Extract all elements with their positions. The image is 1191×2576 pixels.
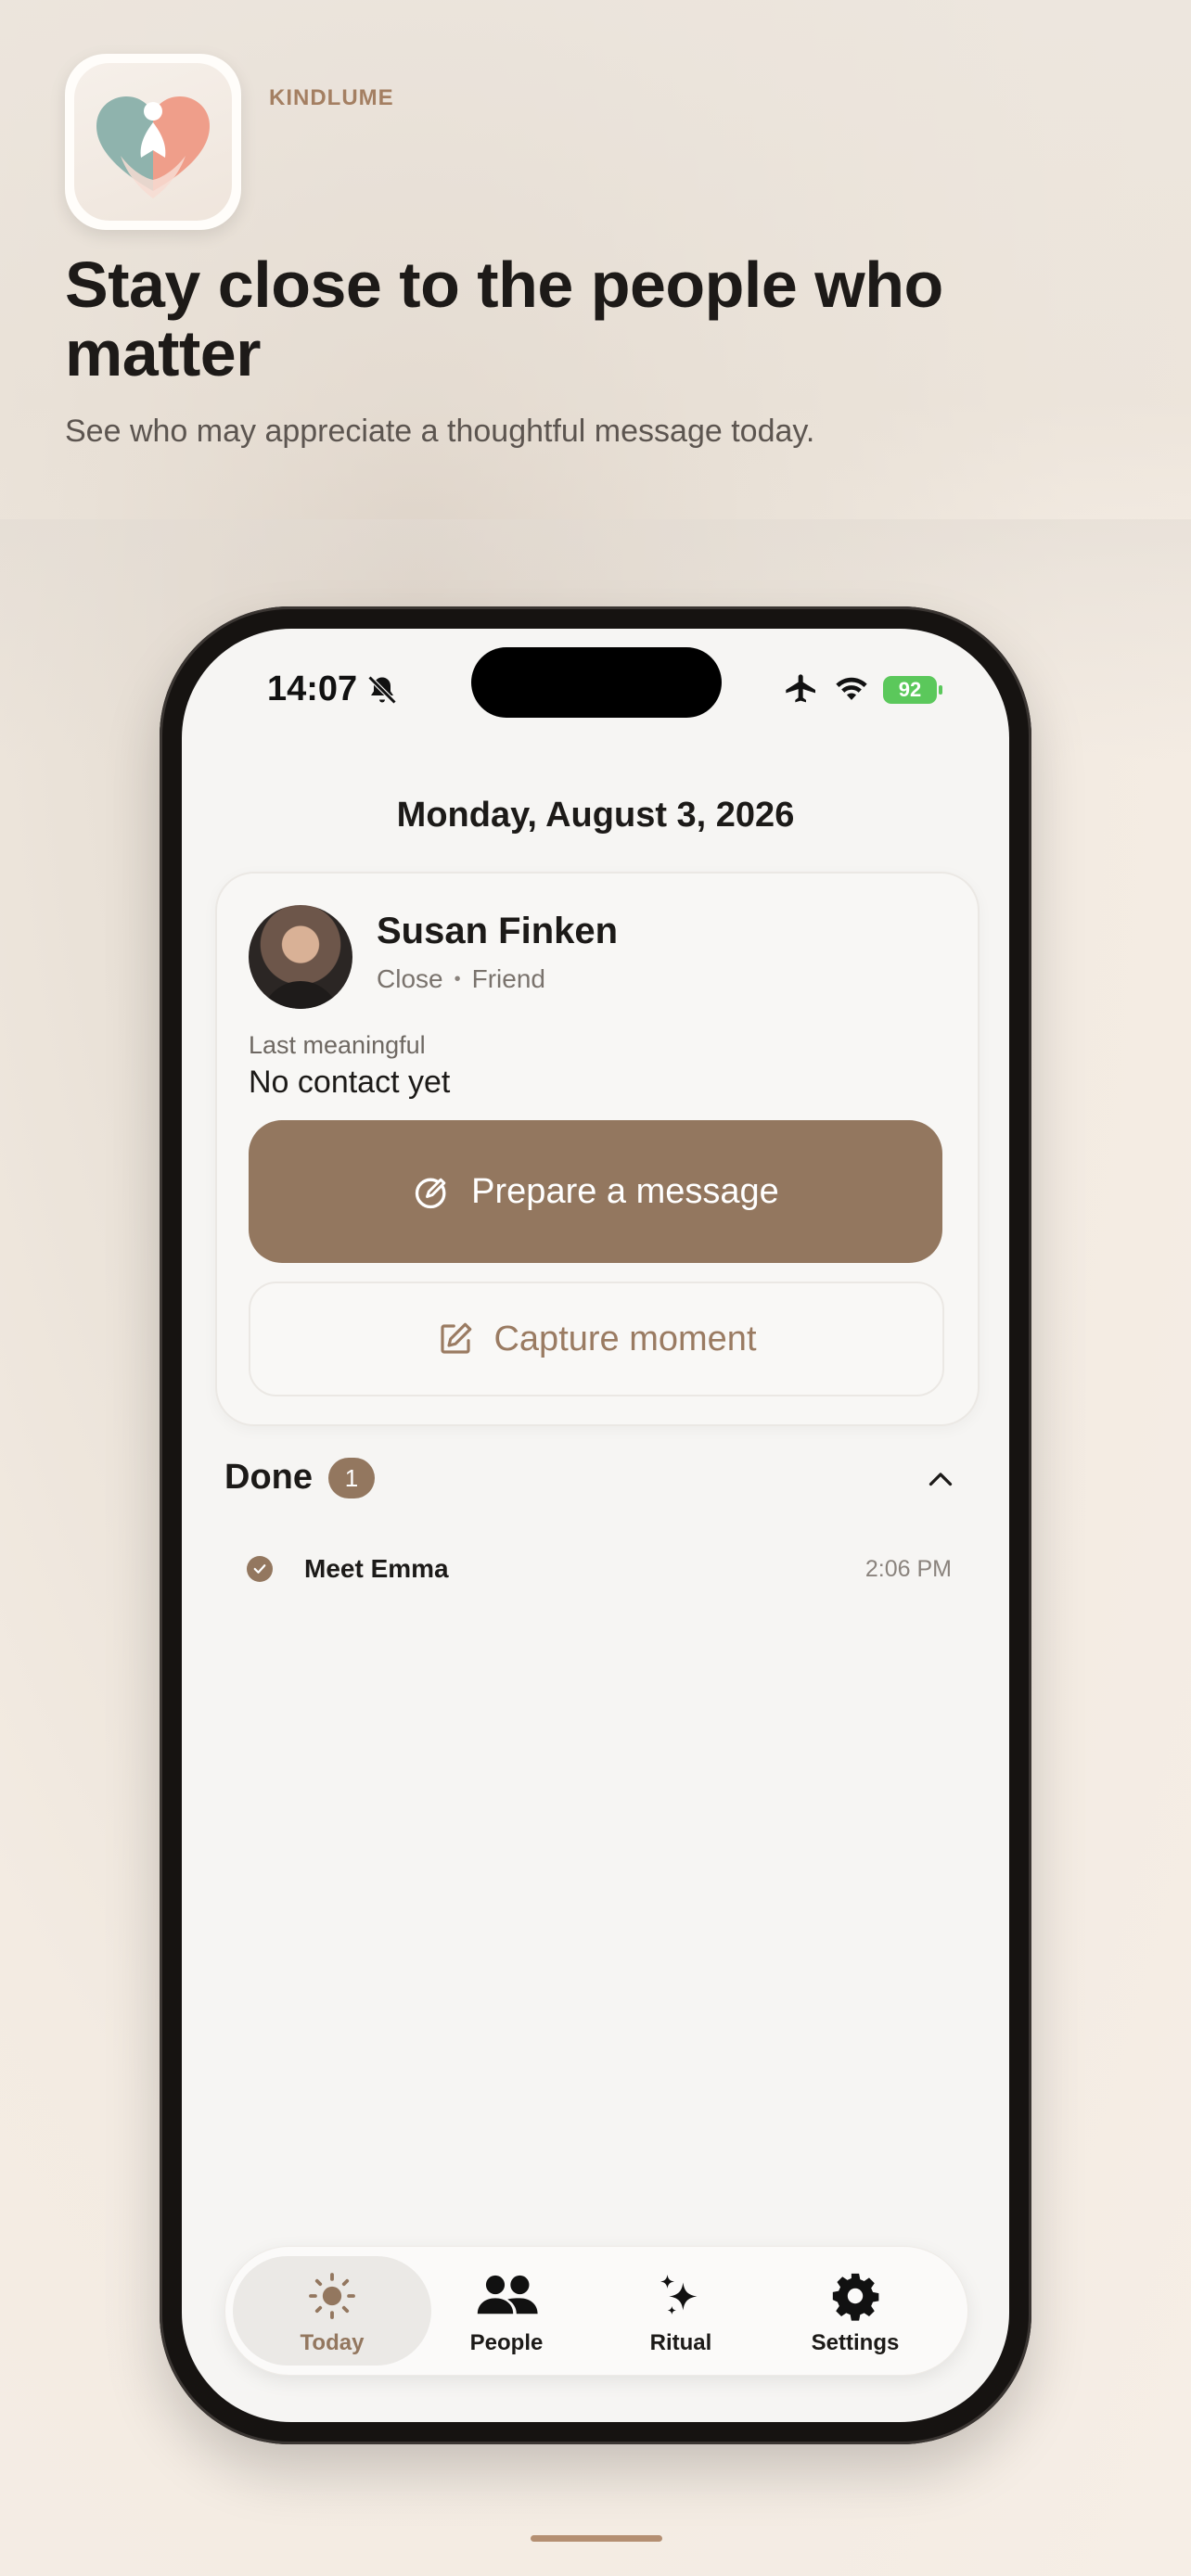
- separator-dot: •: [454, 968, 461, 989]
- tab-label-today: Today: [300, 2330, 365, 2355]
- closeness-label: Close: [377, 964, 443, 993]
- tab-label-people: People: [469, 2330, 544, 2355]
- bell-slash-icon: [367, 675, 397, 705]
- done-count-badge: 1: [328, 1458, 375, 1498]
- status-time: 14:07: [267, 670, 358, 708]
- phone-screen: 14:07 92 Monday, August 3, 2026 Susan Fi…: [182, 629, 1009, 2422]
- edit-square-icon: [441, 1322, 472, 1354]
- brand-name: KINDLUME: [269, 85, 394, 110]
- prepare-message-button[interactable]: Prepare a message: [249, 1120, 942, 1263]
- relation-label: Friend: [471, 964, 545, 993]
- tab-settings[interactable]: Settings: [756, 2256, 954, 2366]
- tab-today[interactable]: Today: [233, 2256, 431, 2366]
- wifi-icon: [836, 677, 867, 700]
- done-section-header[interactable]: Done 1: [224, 1454, 967, 1510]
- task-title: Meet Emma: [304, 1554, 449, 1583]
- dynamic-island: [471, 647, 722, 718]
- app-logo-icon: [65, 54, 241, 230]
- capture-moment-label: Capture moment: [493, 1319, 757, 1358]
- tab-bar: Today People Ritual Settings: [224, 2246, 968, 2376]
- home-indicator[interactable]: [531, 2535, 662, 2542]
- airplane-icon: [786, 674, 815, 703]
- last-meaningful-label: Last meaningful: [249, 1031, 426, 1059]
- gear-icon: [832, 2273, 879, 2321]
- status-icons: 92: [783, 671, 942, 708]
- prepare-message-label: Prepare a message: [471, 1171, 779, 1211]
- task-time: 2:06 PM: [864, 1556, 952, 1582]
- today-date: Monday, August 3, 2026: [396, 796, 795, 835]
- sparkles-icon: [660, 2275, 698, 2315]
- person-meta: Close • Friend: [377, 964, 545, 994]
- done-list-item[interactable]: Meet Emma 2:06 PM: [247, 1547, 952, 1593]
- compose-circle-icon: [416, 1178, 446, 1209]
- person-card: Susan Finken Close • Friend Last meaning…: [215, 872, 980, 1426]
- sun-icon: [309, 2273, 355, 2319]
- person-name: Susan Finken: [377, 911, 619, 951]
- capture-moment-button[interactable]: Capture moment: [249, 1282, 944, 1396]
- page-headline: Stay close to the people who matter: [65, 249, 943, 389]
- checkmark-icon[interactable]: [247, 1556, 273, 1582]
- tab-label-ritual: Ritual: [649, 2330, 712, 2355]
- tab-people[interactable]: People: [407, 2256, 606, 2366]
- battery-icon: 92: [883, 676, 942, 704]
- phone-frame: 14:07 92 Monday, August 3, 2026 Susan Fi…: [160, 606, 1031, 2444]
- tab-ritual[interactable]: Ritual: [582, 2256, 780, 2366]
- last-meaningful-value: No contact yet: [249, 1065, 451, 1100]
- people-icon: [477, 2275, 538, 2315]
- avatar[interactable]: [249, 905, 352, 1009]
- chevron-up-icon[interactable]: [924, 1463, 957, 1497]
- page-subhead: See who may appreciate a thoughtful mess…: [65, 414, 815, 449]
- done-title: Done: [224, 1458, 313, 1497]
- tab-label-settings: Settings: [811, 2330, 900, 2355]
